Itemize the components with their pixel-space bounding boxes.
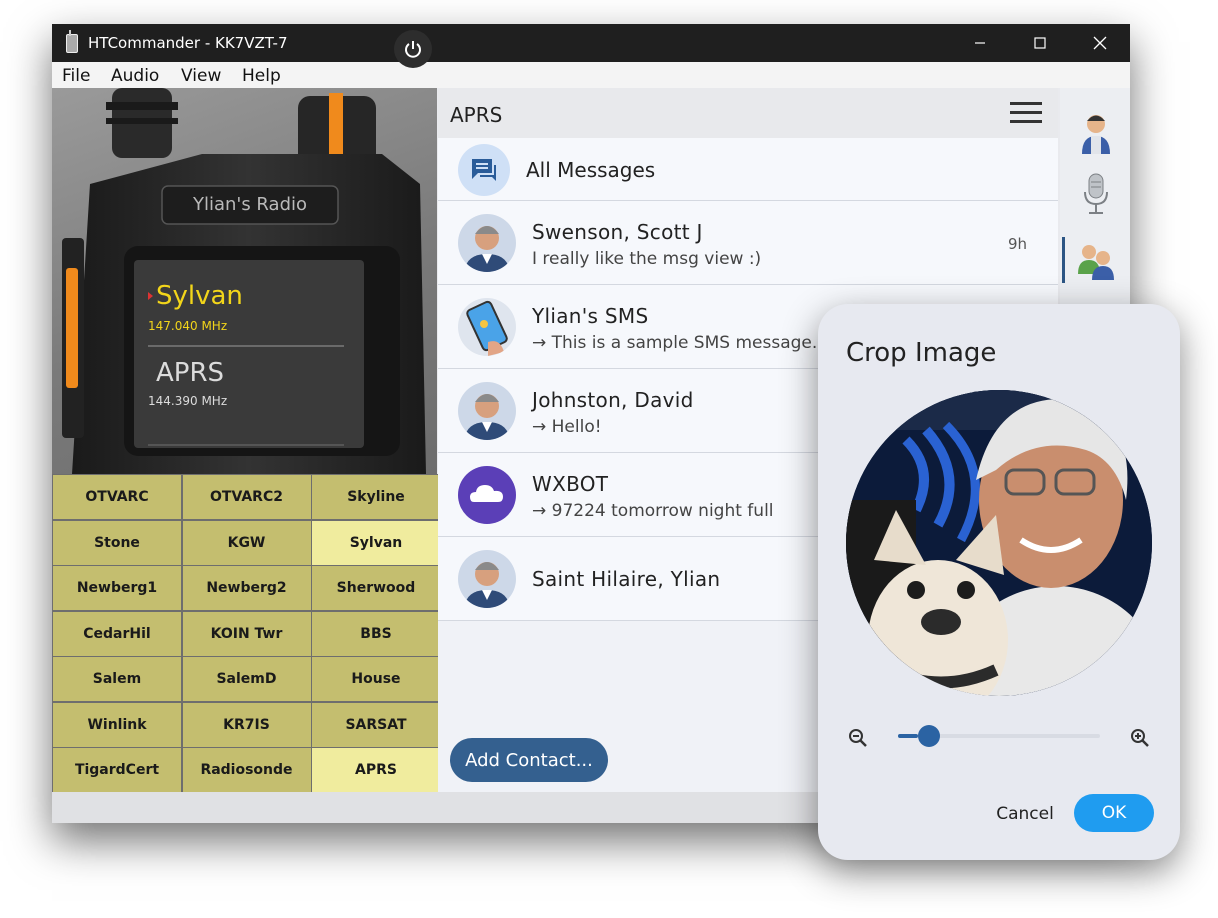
crop-image-preview[interactable]: [846, 390, 1152, 696]
person-avatar: [458, 382, 516, 440]
microphone-icon[interactable]: [1076, 172, 1116, 216]
contact-name: Ylian's SMS: [532, 304, 649, 328]
cloud-avatar: [458, 466, 516, 524]
all-messages-row[interactable]: All Messages: [438, 138, 1058, 201]
channel-button[interactable]: Stone: [53, 520, 181, 565]
menu-help[interactable]: Help: [242, 66, 281, 86]
vfo-b-frequency: 144.390 MHz: [148, 394, 228, 408]
channel-button[interactable]: Sylvan: [312, 520, 440, 565]
contact-name: Swenson, Scott J: [532, 220, 703, 244]
maximize-icon: [1034, 37, 1046, 49]
close-icon: [1093, 36, 1107, 50]
ok-button[interactable]: OK: [1074, 794, 1154, 832]
slider-fill: [898, 734, 919, 738]
minimize-icon: [975, 42, 985, 44]
menu-audio[interactable]: Audio: [111, 66, 159, 86]
add-contact-button[interactable]: Add Contact...: [450, 738, 608, 782]
title-bar: HTCommander - KK7VZT-7: [52, 24, 1130, 62]
channel-button[interactable]: KR7IS: [182, 702, 311, 747]
channel-button[interactable]: KGW: [182, 520, 311, 565]
vfo-a-frequency: 147.040 MHz: [148, 319, 228, 333]
all-messages-label: All Messages: [526, 158, 656, 182]
maximize-button[interactable]: [1010, 24, 1070, 62]
cancel-button[interactable]: Cancel: [988, 804, 1062, 828]
chat-bubble-icon: [458, 144, 510, 196]
profile-photo: [846, 390, 1152, 696]
channel-button[interactable]: Newberg2: [182, 566, 311, 610]
contact-last-message: → Hello!: [532, 417, 602, 437]
channel-button[interactable]: Salem: [53, 657, 181, 701]
app-icon: [66, 30, 78, 53]
aprs-header: APRS: [438, 88, 1058, 138]
channel-button[interactable]: OTVARC2: [182, 475, 311, 519]
channel-button[interactable]: KOIN Twr: [182, 611, 311, 656]
menu-view[interactable]: View: [181, 66, 221, 86]
zoom-out-icon[interactable]: [848, 728, 868, 748]
contact-last-message: → 97224 tomorrow night full: [532, 501, 774, 521]
channel-button[interactable]: House: [312, 657, 440, 701]
person-avatar: [458, 214, 516, 272]
channel-button[interactable]: Newberg1: [53, 566, 181, 610]
contact-row[interactable]: Swenson, Scott J I really like the msg vi…: [438, 201, 1058, 285]
close-button[interactable]: [1070, 24, 1130, 62]
radio-brand-label: Ylian's Radio: [192, 194, 308, 215]
contact-name: Johnston, David: [532, 388, 694, 412]
slider-thumb[interactable]: [918, 725, 941, 747]
power-button[interactable]: [394, 30, 432, 68]
dialog-title: Crop Image: [846, 338, 997, 368]
vfo-a-name: Sylvan: [156, 281, 243, 311]
vfo-b-name: APRS: [156, 358, 225, 388]
contact-person-icon[interactable]: [1076, 110, 1116, 154]
contact-last-message: I really like the msg view :): [532, 249, 762, 269]
window-title: HTCommander - KK7VZT-7: [88, 34, 288, 52]
radio-panel: Ylian's Radio Sylvan 147.040 MHz APRS 14…: [52, 88, 437, 474]
contacts-group-icon[interactable]: [1076, 238, 1116, 282]
crop-image-dialog: Crop Image Cancel OK: [818, 304, 1180, 860]
power-icon: [405, 41, 421, 58]
zoom-slider[interactable]: [898, 725, 1100, 747]
channel-button[interactable]: OTVARC: [53, 475, 181, 519]
channel-button[interactable]: BBS: [312, 611, 440, 656]
menu-file[interactable]: File: [62, 66, 90, 86]
channel-button[interactable]: SARSAT: [312, 702, 440, 747]
channel-button[interactable]: TigardCert: [53, 748, 181, 792]
channel-button[interactable]: SalemD: [182, 657, 311, 701]
channel-button[interactable]: Sherwood: [312, 566, 440, 610]
zoom-in-icon[interactable]: [1130, 728, 1150, 748]
contact-last-message: → This is a sample SMS message.: [532, 333, 818, 353]
radio-image: [62, 88, 426, 474]
contact-name: WXBOT: [532, 472, 609, 496]
channel-grid: OTVARC OTVARC2 Skyline Stone KGW Sylvan Newber…: [52, 474, 440, 793]
hamburger-menu-icon[interactable]: [1010, 101, 1042, 125]
channel-button[interactable]: Radiosonde: [182, 748, 311, 792]
aprs-title: APRS: [450, 103, 503, 127]
channel-button[interactable]: CedarHil: [53, 611, 181, 656]
channel-button[interactable]: APRS: [312, 748, 440, 792]
contact-name: Saint Hilaire, Ylian: [532, 567, 721, 591]
channel-button[interactable]: Winlink: [53, 702, 181, 747]
person-avatar: [458, 550, 516, 608]
minimize-button[interactable]: [950, 24, 1010, 62]
channel-button[interactable]: Skyline: [312, 475, 440, 519]
sidebar-active-indicator: [1062, 237, 1065, 283]
menu-bar: File Audio View Help: [52, 62, 1130, 88]
contact-time: 9h: [1008, 235, 1028, 253]
phone-sms-avatar: [458, 298, 516, 356]
